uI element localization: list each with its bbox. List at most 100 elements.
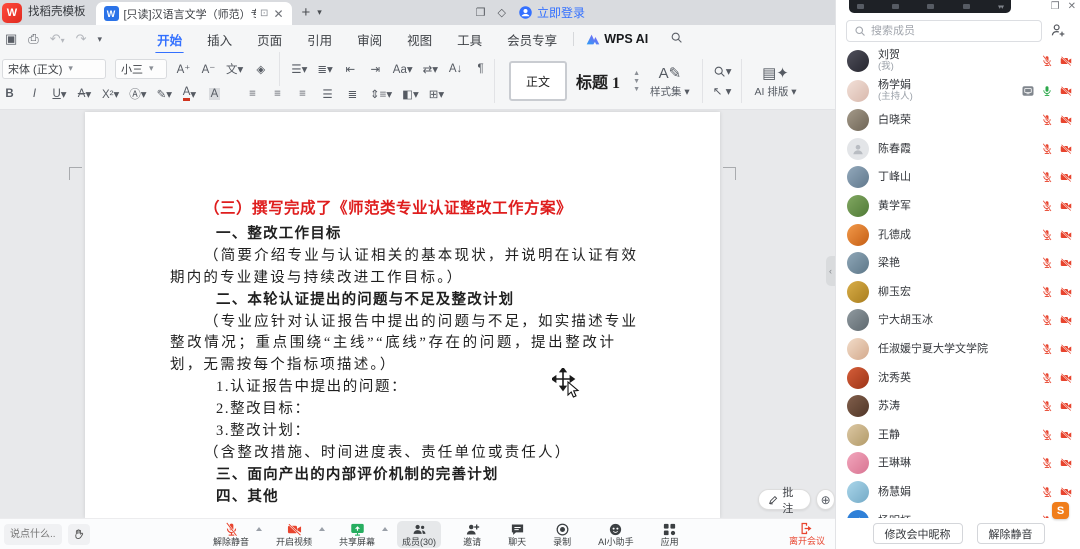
menu-item-审阅[interactable]: 审阅 bbox=[355, 26, 384, 53]
enclose-character-icon[interactable]: Ⓐ▾ bbox=[129, 86, 146, 102]
panel-close-icon[interactable]: ✕ bbox=[1068, 1, 1076, 12]
home-tab[interactable]: 找稻壳模板 bbox=[26, 0, 96, 25]
camera-off-icon[interactable] bbox=[1060, 314, 1072, 326]
camera-off-icon[interactable] bbox=[1060, 114, 1072, 126]
member-row[interactable]: 黄学军 bbox=[836, 192, 1080, 221]
search-icon[interactable] bbox=[670, 31, 683, 47]
toolbar-more-chevron-icon[interactable]: ▾ bbox=[98, 34, 103, 45]
mic-off-icon[interactable] bbox=[1041, 429, 1053, 441]
meeting-button-share-screen[interactable]: 共享屏幕 bbox=[334, 521, 380, 548]
bold-icon[interactable]: B bbox=[2, 86, 17, 102]
sort-icon[interactable]: A↓ bbox=[448, 61, 463, 77]
camera-off-icon[interactable] bbox=[1060, 85, 1072, 97]
new-tab-button[interactable]: + bbox=[302, 4, 311, 21]
panel-collapse-handle[interactable]: ‹ bbox=[826, 256, 835, 286]
align-left-icon[interactable]: ≡ bbox=[245, 86, 260, 102]
menu-item-引用[interactable]: 引用 bbox=[305, 26, 334, 53]
member-row[interactable]: 孔德成 bbox=[836, 220, 1080, 249]
tab-close-icon[interactable]: ✕ bbox=[273, 7, 283, 21]
style-set-button[interactable]: A✎样式集 ▾ bbox=[644, 64, 696, 99]
mic-off-icon[interactable] bbox=[1041, 229, 1053, 241]
redo-icon[interactable]: ↷ bbox=[76, 31, 87, 47]
menu-item-工具[interactable]: 工具 bbox=[455, 26, 484, 53]
add-member-icon[interactable] bbox=[1050, 22, 1066, 41]
member-row[interactable]: 王琳琳 bbox=[836, 449, 1080, 478]
camera-off-icon[interactable] bbox=[1060, 429, 1072, 441]
camera-off-icon[interactable] bbox=[1060, 286, 1072, 298]
menu-item-插入[interactable]: 插入 bbox=[205, 26, 234, 53]
border-icon[interactable]: ⊞▾ bbox=[429, 86, 444, 102]
mic-off-icon[interactable] bbox=[1041, 257, 1053, 269]
meeting-button-ai-assistant[interactable]: AI小助手 bbox=[593, 521, 639, 548]
mic-off-icon[interactable] bbox=[1041, 400, 1053, 412]
justify-icon[interactable]: ☰ bbox=[320, 86, 335, 102]
meeting-button-record[interactable]: 录制 bbox=[548, 521, 576, 548]
decrease-font-icon[interactable]: A⁻ bbox=[201, 61, 216, 77]
wps-ai-button[interactable]: WPS AI bbox=[586, 32, 648, 46]
floating-widget-icon[interactable]: S bbox=[1052, 502, 1069, 519]
camera-off-icon[interactable] bbox=[1060, 229, 1072, 241]
text-direction-icon[interactable]: ⇄▾ bbox=[423, 61, 438, 77]
shading-icon[interactable]: ◧▾ bbox=[402, 86, 419, 102]
indent-icon[interactable]: ⇥ bbox=[368, 61, 383, 77]
member-row[interactable]: 宁大胡玉冰 bbox=[836, 306, 1080, 335]
align-center-icon[interactable]: ≡ bbox=[270, 86, 285, 102]
mic-off-icon[interactable] bbox=[1041, 343, 1053, 355]
member-row[interactable]: 丁峰山 bbox=[836, 163, 1080, 192]
chevron-up-icon[interactable] bbox=[256, 527, 262, 531]
member-search-input[interactable] bbox=[871, 25, 1034, 37]
style-heading1-button[interactable]: 标题 1 bbox=[567, 61, 629, 101]
member-row[interactable]: 梁艳 bbox=[836, 249, 1080, 278]
text-effects-icon[interactable]: 文▾ bbox=[226, 61, 243, 77]
number-list-icon[interactable]: ≣▾ bbox=[317, 61, 332, 77]
mic-off-icon[interactable] bbox=[1041, 55, 1053, 67]
line-spacing-icon[interactable]: ⇕≡▾ bbox=[370, 86, 392, 102]
superscript-icon[interactable]: X²▾ bbox=[102, 86, 119, 102]
member-search-box[interactable] bbox=[846, 20, 1042, 42]
tab-list-chevron-icon[interactable]: ▾ bbox=[317, 7, 322, 18]
style-gallery-arrows[interactable]: ▲▼▼ bbox=[633, 70, 640, 93]
meeting-mini-toolbar[interactable]: ▾▾ bbox=[849, 0, 1011, 13]
document-tab[interactable]: W [只读]汉语言文学（师范）专... ⊡ ✕ bbox=[96, 2, 292, 25]
font-name-select[interactable]: 宋体 (正文)▾ bbox=[2, 59, 106, 79]
mic-off-icon[interactable] bbox=[1041, 372, 1053, 384]
unmute-button[interactable]: 解除静音 bbox=[977, 523, 1045, 544]
member-row[interactable]: 明杯 杨明杯 bbox=[836, 506, 1080, 518]
bullet-list-icon[interactable]: ☰▾ bbox=[291, 61, 307, 77]
zoom-in-button[interactable]: ⊕ bbox=[816, 489, 835, 510]
member-row[interactable]: 柳玉宏 bbox=[836, 278, 1080, 307]
member-row[interactable]: 王静 bbox=[836, 421, 1080, 450]
select-cursor-icon[interactable]: ↖ ▾ bbox=[713, 83, 732, 99]
meeting-button-members[interactable]: 成员(30) bbox=[397, 521, 441, 548]
member-row[interactable]: 杨慧娟 bbox=[836, 478, 1080, 507]
member-row[interactable]: 沈秀英 bbox=[836, 363, 1080, 392]
menu-item-会员专享[interactable]: 会员专享 bbox=[505, 26, 559, 53]
find-icon[interactable]: ▾ bbox=[713, 63, 732, 79]
strikethrough-icon[interactable]: A▾ bbox=[77, 86, 92, 102]
meeting-button-invite[interactable]: 邀请 bbox=[458, 521, 486, 548]
mic-off-icon[interactable] bbox=[1041, 200, 1053, 212]
character-shading-icon[interactable]: A bbox=[207, 86, 222, 102]
camera-off-icon[interactable] bbox=[1060, 372, 1072, 384]
camera-off-icon[interactable] bbox=[1060, 200, 1072, 212]
mic-off-icon[interactable] bbox=[1041, 486, 1053, 498]
raise-hand-button[interactable] bbox=[68, 524, 90, 545]
member-row[interactable]: 杨学娟 (主持人) bbox=[836, 76, 1080, 106]
leave-meeting-button[interactable]: 离开会议 bbox=[789, 521, 825, 546]
mic-off-icon[interactable] bbox=[1041, 171, 1053, 183]
print-preview-icon[interactable]: ⎙ bbox=[28, 31, 38, 47]
highlight-icon[interactable]: ✎▾ bbox=[157, 86, 172, 102]
camera-off-icon[interactable] bbox=[1060, 257, 1072, 269]
meeting-button-apps[interactable]: 应用 bbox=[656, 521, 684, 548]
skin-icon[interactable]: ◇ bbox=[498, 6, 506, 19]
mic-off-icon[interactable] bbox=[1041, 457, 1053, 469]
chevron-up-icon[interactable] bbox=[382, 527, 388, 531]
change-nickname-button[interactable]: 修改会中昵称 bbox=[873, 523, 963, 544]
menu-item-视图[interactable]: 视图 bbox=[405, 26, 434, 53]
meeting-button-chat[interactable]: 聊天 bbox=[503, 521, 531, 548]
login-button[interactable]: 立即登录 bbox=[518, 4, 585, 21]
camera-off-icon[interactable] bbox=[1060, 400, 1072, 412]
mic-off-icon[interactable] bbox=[1041, 114, 1053, 126]
mic-on-icon[interactable] bbox=[1041, 85, 1053, 97]
mic-off-icon[interactable] bbox=[1041, 314, 1053, 326]
